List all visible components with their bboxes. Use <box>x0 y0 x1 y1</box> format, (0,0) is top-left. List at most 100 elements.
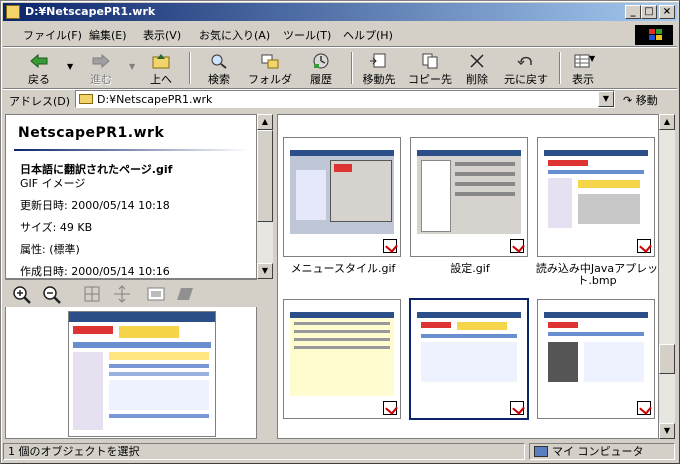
thumbnail-item-selected[interactable] <box>409 298 529 420</box>
thumbnail-image <box>417 312 521 396</box>
scroll-down-icon[interactable]: ▼ <box>659 423 675 439</box>
toolbar-separator <box>189 52 191 84</box>
history-icon <box>313 53 329 69</box>
scroll-up-icon[interactable]: ▲ <box>257 114 273 130</box>
undo-icon <box>517 56 532 66</box>
best-fit-icon[interactable] <box>81 284 103 304</box>
status-zone: マイ コンピュータ <box>529 443 675 460</box>
title-rule <box>14 149 250 151</box>
web-view-info-pane: NetscapePR1.wrk 日本語に翻訳されたページ.gif GIF イメー… <box>5 114 257 279</box>
windows-logo-icon <box>635 25 673 45</box>
standard-toolbar: 戻る ▼ 進む ▼ 上へ 検索 フォルダ 履歴 移動先 コピー先 削除 元に戻す… <box>3 48 677 88</box>
title-bar[interactable]: D:¥NetscapePR1.wrk _ □ × <box>3 3 677 21</box>
delete-icon <box>470 54 484 68</box>
up-folder-icon <box>152 54 170 69</box>
folder-title: NetscapePR1.wrk <box>18 125 165 141</box>
menu-bar: ファイル(F) 編集(E) 表示(V) お気に入り(A) ツール(T) ヘルプ(… <box>3 23 677 45</box>
zoom-out-icon[interactable] <box>41 284 63 304</box>
copy-to-button[interactable]: コピー先 <box>405 50 455 86</box>
move-to-icon <box>370 53 386 68</box>
preview-image <box>68 311 216 437</box>
print-icon[interactable] <box>173 284 195 304</box>
folders-button[interactable]: フォルダ <box>247 50 293 86</box>
address-bar: アドレス(D) D:¥NetscapePR1.wrk ▼ ↷ 移動 <box>3 90 677 110</box>
thumbnail-item[interactable] <box>537 299 655 419</box>
history-button[interactable]: 履歴 <box>299 50 343 86</box>
thumbnail-label: 読み込み中Javaアプレット.bmp <box>535 262 659 287</box>
zoom-in-icon[interactable] <box>11 284 33 304</box>
file-size: サイズ: 49 KB <box>20 221 93 234</box>
go-arrow-icon: ↷ <box>623 94 633 107</box>
folders-icon <box>261 54 279 69</box>
back-button[interactable]: 戻る <box>17 50 61 86</box>
toolbar-separator <box>351 52 353 84</box>
close-button[interactable]: × <box>659 5 675 19</box>
thumbnail-item[interactable] <box>283 137 401 257</box>
thumbnail-item[interactable] <box>283 299 401 419</box>
info-pane-scrollbar[interactable]: ▲ ▼ <box>257 114 273 279</box>
image-preview-toolbar <box>5 279 257 308</box>
thumbnail-image <box>290 150 394 234</box>
menu-file[interactable]: ファイル(F) <box>23 27 82 43</box>
toolbar-separator <box>559 52 561 84</box>
window-title: D:¥NetscapePR1.wrk <box>25 5 156 18</box>
views-button[interactable]: 表示 <box>565 50 601 86</box>
menu-favorites[interactable]: お気に入り(A) <box>199 27 270 43</box>
scroll-down-icon[interactable]: ▼ <box>257 263 273 279</box>
modified-date: 更新日時: 2000/05/14 10:18 <box>20 199 170 212</box>
views-dropdown-icon[interactable]: ▼ <box>589 54 595 63</box>
folder-icon <box>6 5 20 19</box>
copy-to-icon <box>422 53 438 69</box>
image-file-icon <box>383 401 397 415</box>
explorer-window: D:¥NetscapePR1.wrk _ □ × ファイル(F) 編集(E) 表… <box>0 0 680 464</box>
address-dropdown-button[interactable]: ▼ <box>598 91 614 107</box>
back-dropdown-icon[interactable]: ▼ <box>67 62 73 71</box>
thumbnail-label: 設定.gif <box>450 262 490 275</box>
image-file-icon <box>383 239 397 253</box>
delete-button[interactable]: 削除 <box>459 50 495 86</box>
thumbnail-label: メニュースタイル.gif <box>290 262 396 275</box>
selected-file-type: GIF イメージ <box>20 177 86 190</box>
menu-tools[interactable]: ツール(T) <box>283 27 331 43</box>
thumbnail-view: メニュースタイル.gif 設定.gif 読み込み中Javaアプレット.bmp <box>277 114 659 439</box>
thumbnail-image <box>290 312 394 396</box>
menu-view[interactable]: 表示(V) <box>143 27 181 43</box>
search-icon <box>211 54 227 69</box>
thumbnail-item[interactable] <box>410 137 528 257</box>
preview-screen-icon[interactable] <box>145 284 167 304</box>
image-file-icon <box>637 239 651 253</box>
scroll-thumb[interactable] <box>659 344 675 374</box>
actual-size-icon[interactable] <box>111 284 133 304</box>
scroll-up-icon[interactable]: ▲ <box>659 114 675 130</box>
maximize-button[interactable]: □ <box>641 5 657 19</box>
menu-edit[interactable]: 編集(E) <box>89 27 127 43</box>
thumbnail-image <box>417 150 521 234</box>
computer-icon <box>534 446 548 457</box>
thumbnail-image <box>544 150 648 234</box>
undo-button[interactable]: 元に戻す <box>501 50 551 86</box>
image-file-icon <box>510 401 524 415</box>
thumbnail-image <box>544 312 648 396</box>
up-button[interactable]: 上へ <box>141 50 181 86</box>
thumbnail-item[interactable] <box>537 137 655 257</box>
scroll-thumb[interactable] <box>257 130 273 222</box>
folder-icon <box>79 94 93 104</box>
image-preview-area <box>5 307 257 439</box>
address-input[interactable]: D:¥NetscapePR1.wrk ▼ <box>75 90 615 108</box>
created-date: 作成日時: 2000/05/14 10:16 <box>20 265 170 278</box>
address-label: アドレス(D) <box>9 95 71 108</box>
forward-arrow-icon <box>92 53 110 69</box>
forward-dropdown-icon[interactable]: ▼ <box>129 62 135 71</box>
move-to-button[interactable]: 移動先 <box>357 50 401 86</box>
search-button[interactable]: 検索 <box>197 50 241 86</box>
go-button[interactable]: ↷ 移動 <box>623 92 658 108</box>
file-attributes: 属性: (標準) <box>20 243 80 256</box>
minimize-button[interactable]: _ <box>625 5 641 19</box>
forward-button[interactable]: 進む <box>79 50 123 86</box>
menu-help[interactable]: ヘルプ(H) <box>343 27 393 43</box>
status-bar: 1 個のオブジェクトを選択 マイ コンピュータ <box>3 443 677 461</box>
pane-splitter[interactable] <box>257 279 277 439</box>
status-text: 1 個のオブジェクトを選択 <box>3 443 525 460</box>
back-arrow-icon <box>30 53 48 69</box>
thumbnail-scrollbar[interactable]: ▲ ▼ <box>659 114 675 439</box>
